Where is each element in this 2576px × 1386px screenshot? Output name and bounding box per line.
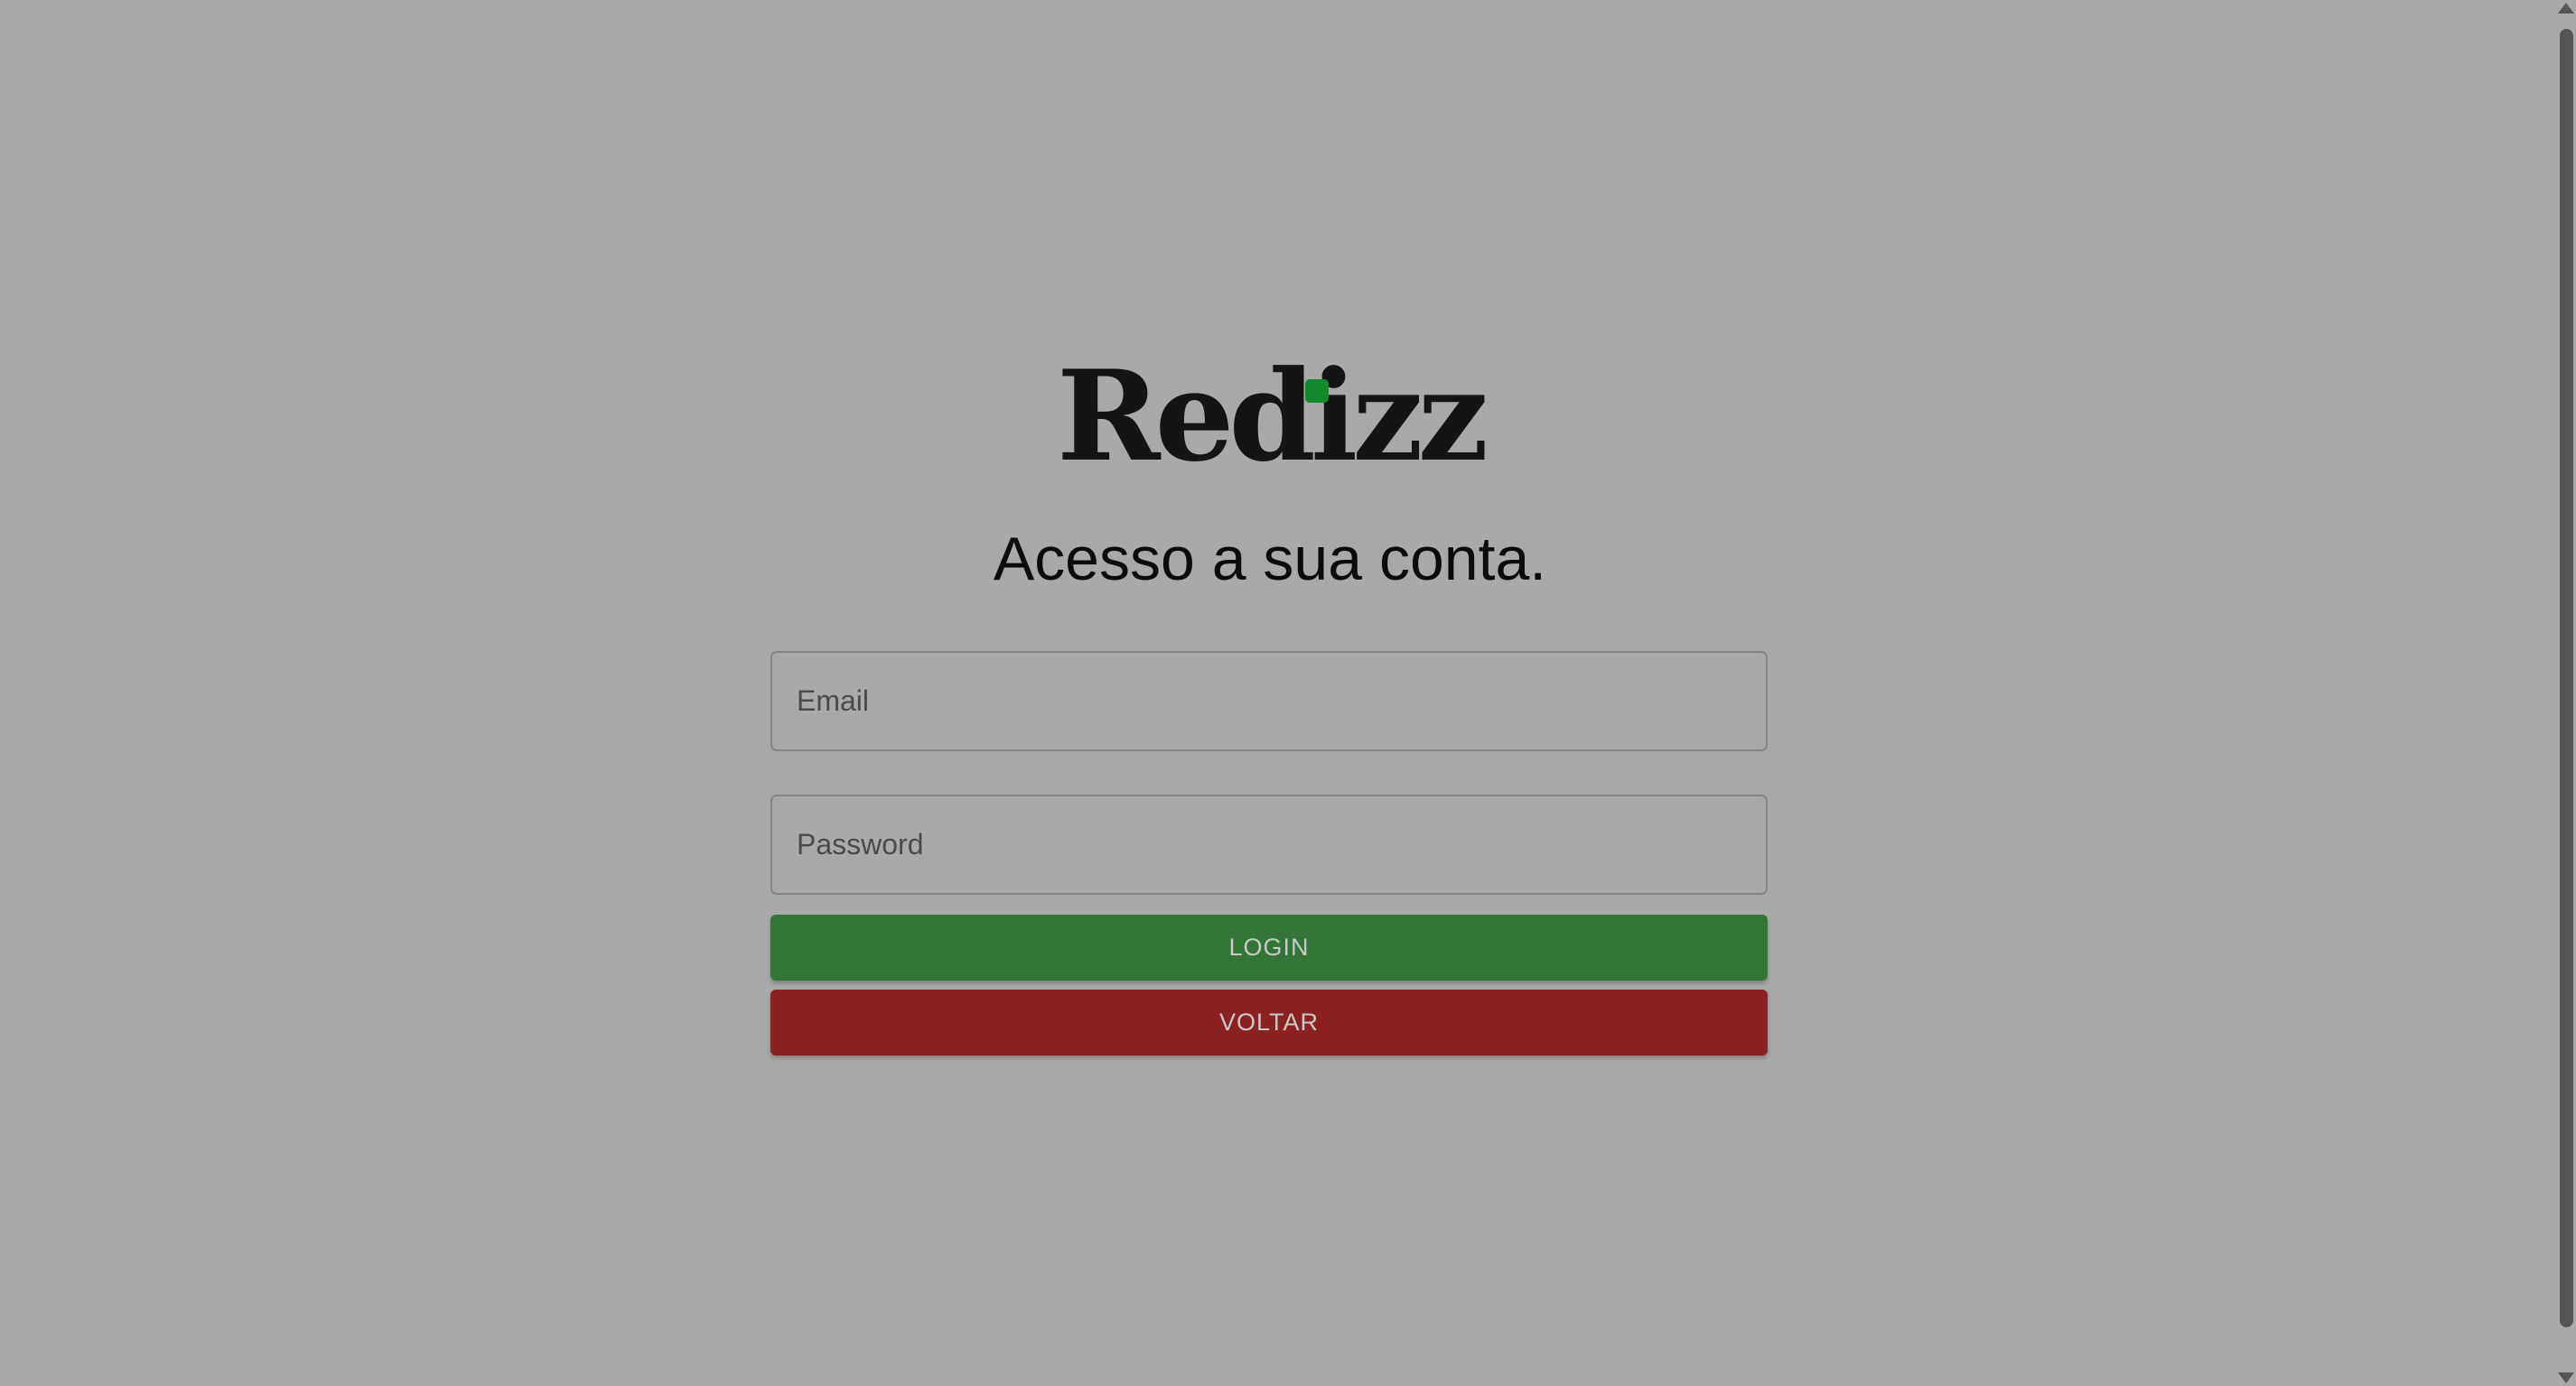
password-field-container (770, 795, 1768, 895)
back-button[interactable]: VOLTAR (770, 990, 1768, 1056)
email-field-container (770, 651, 1768, 751)
redizz-logo: Redizz (1057, 354, 1489, 479)
scroll-down-icon[interactable] (2558, 1372, 2574, 1383)
email-field[interactable] (772, 653, 1766, 749)
login-button[interactable]: LOGIN (770, 915, 1768, 981)
login-page: Redizz Acesso a sua conta. LOGIN VOLTAR (0, 0, 2576, 1386)
password-field[interactable] (772, 796, 1766, 893)
logo-text: Redizz (1056, 342, 1489, 489)
scroll-thumb[interactable] (2560, 29, 2573, 1327)
logo-dot-icon (1305, 379, 1329, 403)
vertical-scrollbar[interactable] (2556, 0, 2576, 1386)
scroll-up-icon[interactable] (2558, 3, 2574, 14)
page-title: Acesso a sua conta. (993, 525, 1547, 593)
